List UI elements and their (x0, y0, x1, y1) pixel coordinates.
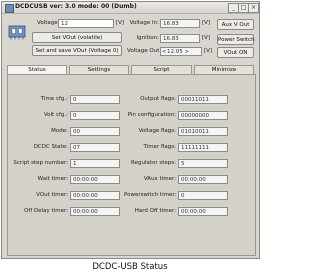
time-cfg-label: Time cfg.: (40, 96, 68, 102)
ignition-label: Ignition: (136, 35, 159, 41)
off-delay-timer-value: 00:00:00 (70, 207, 120, 216)
vout-on-button[interactable]: VOut ON (217, 47, 254, 58)
image-caption: DCDC-USB Status (92, 262, 168, 272)
output-flags-label: Output flags: (140, 96, 176, 102)
regulator-steps-label: Regulator steps: (131, 160, 176, 166)
voltage-flags-label: Voltage flags: (138, 128, 176, 134)
app-icon (5, 4, 14, 13)
ignition-value: 16.83 (160, 34, 200, 43)
hard-off-timer-value: 00:00:00 (178, 207, 228, 216)
vout-label: Voltage Out: (127, 48, 162, 54)
pin-config-label: Pin configuration: (127, 112, 176, 118)
mode-value: 00 (70, 127, 120, 136)
wait-timer-value: 00:00:00 (70, 175, 120, 184)
close-window-button[interactable]: × (248, 3, 259, 13)
set-vout-button[interactable]: Set VOut (volatile) (32, 32, 122, 43)
script-step-value: 1 (70, 159, 120, 168)
regulator-steps-value: 5 (178, 159, 228, 168)
voltage-label: Voltage: (37, 20, 60, 26)
off-delay-timer-label: Off Delay timer: (24, 208, 68, 214)
vin-value: 16.83 (160, 19, 200, 28)
vout-timer-value: 00:00:00 (70, 191, 120, 200)
spin-up-icon[interactable]: > (184, 48, 190, 57)
dcdc-state-label: DCDC State: (33, 144, 68, 150)
pin-config-value: 00000000 (178, 111, 228, 120)
powerswitch-timer-value: 0 (178, 191, 228, 200)
status-panel: Time cfg.: 0 Volt cfg.: 0 Mode: 00 DCDC … (7, 74, 256, 256)
ignition-unit: [V] (202, 35, 211, 41)
volt-cfg-value: 0 (70, 111, 120, 120)
wait-timer-label: Wait timer: (37, 176, 68, 182)
vout-value: 12.05 (167, 49, 183, 55)
powerswitch-timer-label: Powerswitch timer: (124, 192, 177, 198)
time-cfg-value: 0 (70, 95, 120, 104)
vin-label: Voltage In: (129, 20, 159, 26)
aux-vout-button[interactable]: Aux V Out (217, 19, 254, 30)
vout-spinner[interactable]: <12.05 > (160, 47, 202, 56)
app-window: DCDCUSB ver: 3.0 mode: 00 (Dumb) _ □ × V… (1, 1, 260, 259)
window-title: DCDCUSB ver: 3.0 mode: 00 (Dumb) (15, 3, 137, 10)
power-switch-button[interactable]: Power Switch (217, 34, 255, 45)
vaux-timer-label: VAux timer: (143, 176, 176, 182)
mode-label: Mode: (51, 128, 68, 134)
script-step-label: Script step number: (13, 160, 68, 166)
volt-cfg-label: Volt cfg.: (43, 112, 68, 118)
output-flags-value: 00011011 (178, 95, 228, 104)
hard-off-timer-label: Hard Off timer: (134, 208, 176, 214)
voltage-input[interactable]: 12 (58, 19, 114, 28)
vaux-timer-value: 00:00:00 (178, 175, 228, 184)
voltage-flags-value: 01010011 (178, 127, 228, 136)
vin-unit: [V] (202, 20, 211, 26)
chip-icon (8, 24, 26, 40)
timer-flags-value: 11111111 (178, 143, 228, 152)
dcdc-state-value: 07 (70, 143, 120, 152)
timer-flags-label: Timer flags: (143, 144, 176, 150)
set-save-vout-button[interactable]: Set and save VOut (Voltage 0) (32, 45, 122, 56)
vout-unit: [V] (204, 48, 213, 54)
vout-timer-label: VOut timer: (36, 192, 68, 198)
title-bar: DCDCUSB ver: 3.0 mode: 00 (Dumb) _ □ × (2, 2, 259, 14)
voltage-unit: [V] (116, 20, 125, 26)
